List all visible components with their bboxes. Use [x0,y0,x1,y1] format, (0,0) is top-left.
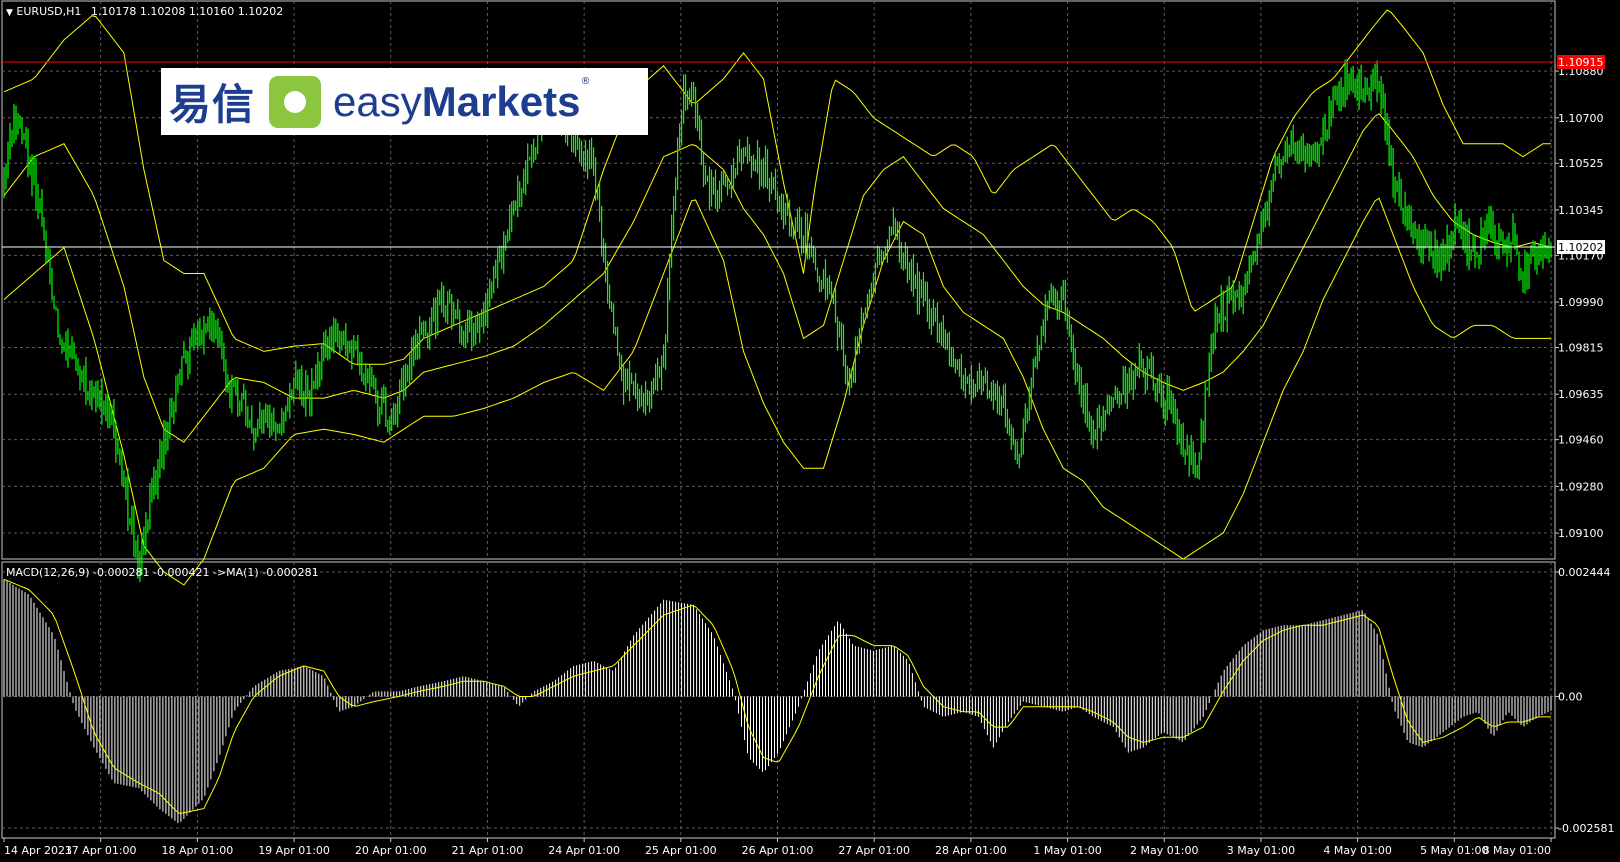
time-tick-label: 4 May 01:00 [1323,844,1391,857]
time-tick-label: 20 Apr 01:00 [355,844,427,857]
logo-registered-mark: ® [580,76,591,87]
time-tick-label: 3 May 01:00 [1227,844,1295,857]
time-tick-label: 18 Apr 01:00 [162,844,234,857]
price-marker-label: 1.10202 [1558,241,1604,254]
price-tick-label: 1.09280 [1558,480,1604,493]
time-tick-label: 24 Apr 01:00 [548,844,620,857]
time-tick-label: 28 Apr 01:00 [935,844,1007,857]
logo-mark-icon [269,75,322,128]
price-marker-label: 1.10915 [1558,56,1604,69]
price-tick-label: 1.10700 [1558,112,1604,125]
price-tick-label: 1.09815 [1558,341,1604,354]
easymarkets-logo: 易信 easyMarkets ® [161,68,648,135]
price-tick-label: 1.10525 [1558,157,1604,170]
triangle-down-icon[interactable]: ▼ [6,8,13,18]
logo-cn-text: 易信 [169,80,256,129]
price-tick-label: 1.09100 [1558,527,1604,540]
ohlc-values: 1.10178 1.10208 1.10160 1.10202 [90,5,284,18]
time-tick-label: 27 Apr 01:00 [838,844,910,857]
time-tick-label: 17 Apr 01:00 [65,844,137,857]
symbol-label: EURUSD,H1 [16,5,82,18]
price-tick-label: 1.09990 [1558,296,1604,309]
price-tick-label: 1.09635 [1558,388,1604,401]
time-tick-label: 14 Apr 2023 [4,844,72,857]
macd-header: MACD(12,26,9) -0.000281 -0.000421 ->MA(1… [6,566,319,579]
macd-tick-label: 0.00 [1558,691,1583,704]
macd-tick-label: 0.002444 [1558,566,1611,579]
price-tick-label: 1.10345 [1558,204,1604,217]
symbol-header: ▼ EURUSD,H1 1.10178 1.10208 1.10160 1.10… [6,5,283,18]
time-tick-label: 26 Apr 01:00 [742,844,814,857]
time-tick-label: 19 Apr 01:00 [258,844,330,857]
macd-tick-label: -0.002581 [1558,822,1614,835]
price-tick-label: 1.09460 [1558,434,1604,447]
time-tick-label: 2 May 01:00 [1130,844,1198,857]
logo-brand-text: easyMarkets [333,77,581,125]
time-tick-label: 25 Apr 01:00 [645,844,717,857]
time-tick-label: 1 May 01:00 [1033,844,1101,857]
time-tick-label: 21 Apr 01:00 [452,844,524,857]
chart-window[interactable]: 1.10880 1.10700 1.10525 1.10345 1.10170 1.099… [0,0,1620,862]
time-tick-label: 5 May 01:00 [1420,844,1488,857]
time-tick-label: 8 May 01:00 [1483,844,1551,857]
